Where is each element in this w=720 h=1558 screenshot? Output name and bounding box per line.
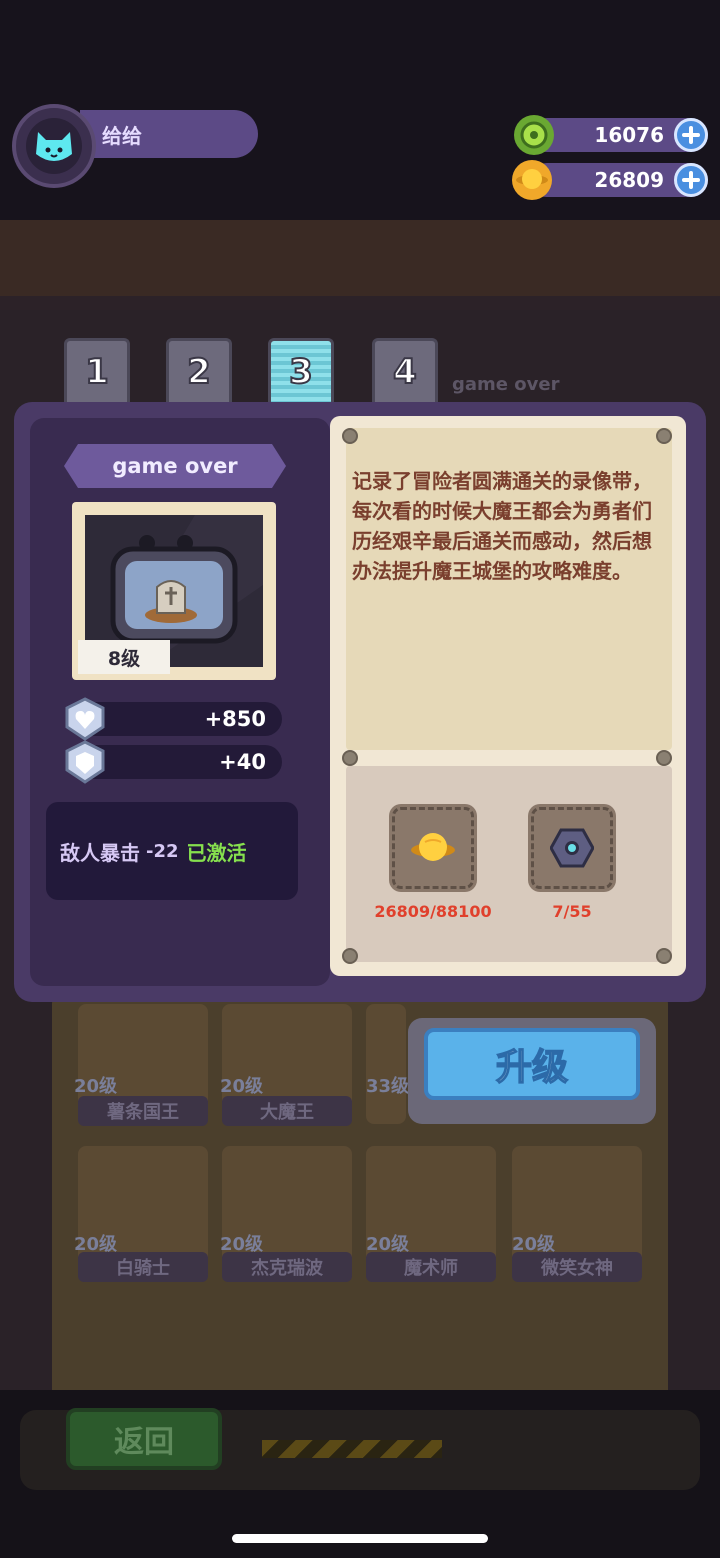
hero-name: 微笑女神	[512, 1252, 642, 1282]
effect-status: 已激活	[186, 840, 247, 865]
gold-requirement-progress: 26809/88100	[374, 902, 492, 921]
plus-icon	[682, 126, 700, 144]
nut-requirement-progress: 7/55	[552, 902, 592, 921]
background-shelf	[0, 220, 720, 300]
defense-stat-value: +40	[219, 750, 266, 774]
plus-icon	[682, 171, 700, 189]
hero-name: 薯条国王	[78, 1096, 208, 1126]
item-effect: 敌人暴击 -22 已激活	[46, 802, 298, 900]
tab-3[interactable]: 3	[268, 338, 334, 402]
back-button[interactable]: 返回	[66, 1408, 222, 1470]
faded-item-label: game over	[452, 374, 560, 395]
gold-requirement-slot[interactable]	[389, 804, 477, 892]
hero-name: 白骑士	[78, 1252, 208, 1282]
gold-coin-icon	[512, 160, 552, 200]
hero-card	[366, 1004, 406, 1124]
hero-level: 33级	[366, 1076, 410, 1097]
effect-label: 敌人暴击	[60, 840, 140, 865]
gold-amount: 26809	[594, 168, 664, 192]
hero-name: 大魔王	[222, 1096, 352, 1126]
shield-icon	[64, 740, 106, 784]
hazard-stripes	[262, 1440, 442, 1458]
home-indicator[interactable]	[232, 1534, 488, 1543]
tab-2[interactable]: 2	[166, 338, 232, 402]
effect-value: -22	[146, 840, 179, 862]
cat-face-icon	[36, 132, 72, 161]
rivet-icon	[342, 428, 358, 444]
heart-shield-icon	[64, 697, 106, 741]
item-description: 记录了冒险者圆满通关的录像带，每次看的时候大魔王都会为勇者们历经艰辛最后通关而感…	[352, 469, 652, 583]
add-gem-button[interactable]	[674, 118, 708, 152]
hero-level: 20级	[74, 1076, 118, 1097]
gem-amount: 16076	[594, 123, 664, 147]
hp-stat-value: +850	[204, 707, 266, 731]
rivet-icon	[656, 948, 672, 964]
green-gem-icon	[514, 115, 554, 155]
tab-4[interactable]: 4	[372, 338, 438, 402]
hero-name: 杰克瑞波	[222, 1252, 352, 1282]
upgrade-button[interactable]: 升级	[424, 1028, 640, 1100]
player-name: 给给	[80, 110, 258, 158]
avatar[interactable]	[26, 118, 82, 174]
hero-level: 20级	[220, 1076, 264, 1097]
rivet-icon	[656, 428, 672, 444]
background-shelf-trim	[0, 296, 720, 310]
rivet-icon	[342, 750, 358, 766]
rivet-icon	[342, 948, 358, 964]
tab-1[interactable]: 1	[64, 338, 130, 402]
item-level-label: 8级	[78, 640, 170, 674]
hex-nut-icon	[550, 828, 594, 868]
item-title: game over	[64, 444, 286, 488]
hero-name: 魔术师	[366, 1252, 496, 1282]
rivet-icon	[656, 750, 672, 766]
nut-requirement-slot[interactable]	[528, 804, 616, 892]
gold-coin-icon	[411, 833, 455, 861]
add-gold-button[interactable]	[674, 163, 708, 197]
